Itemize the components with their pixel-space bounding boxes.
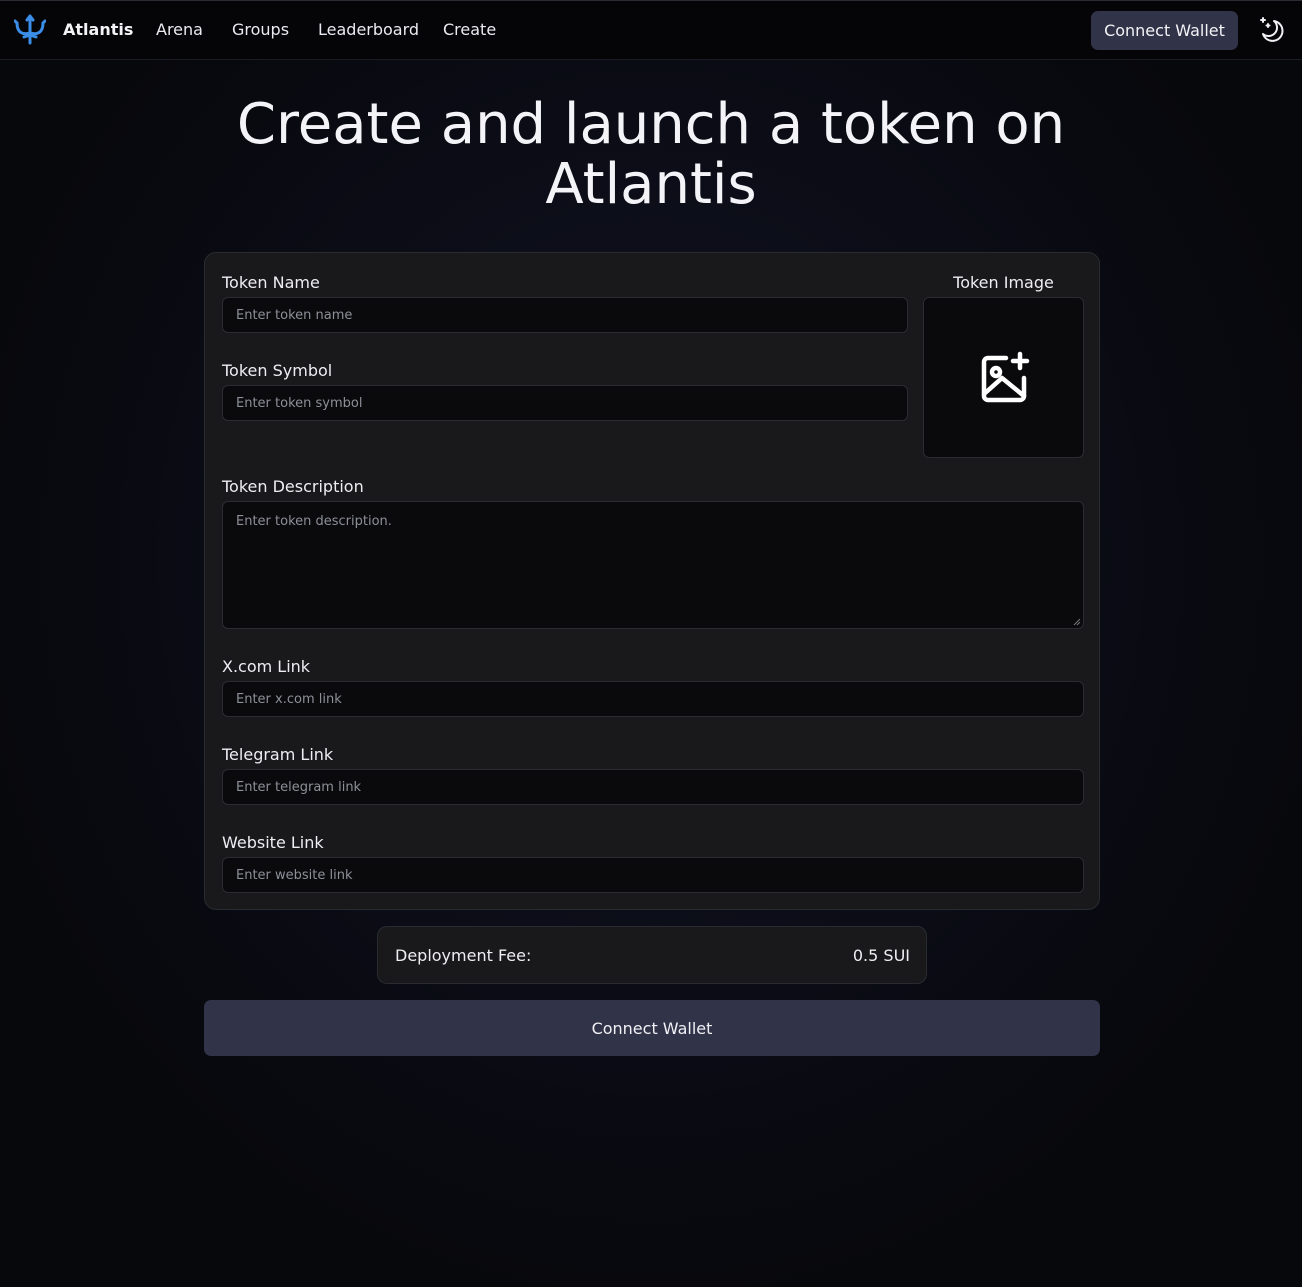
x-link-input[interactable]: Enter x.com link <box>222 681 1084 717</box>
nav-link-leaderboard[interactable]: Leaderboard <box>318 20 419 39</box>
top-navbar: Atlantis Arena Groups Leaderboard Create… <box>0 1 1302 60</box>
token-name-input[interactable]: Enter token name <box>222 297 908 333</box>
website-link-input[interactable]: Enter website link <box>222 857 1084 893</box>
token-image-upload[interactable] <box>923 297 1084 458</box>
deployment-fee-label: Deployment Fee: <box>395 946 532 965</box>
deployment-fee-box: Deployment Fee: 0.5 SUI <box>377 926 927 984</box>
token-symbol-label: Token Symbol <box>222 361 333 380</box>
token-name-label: Token Name <box>222 273 320 292</box>
connect-wallet-submit-button[interactable]: Connect Wallet <box>204 1000 1100 1056</box>
website-link-label: Website Link <box>222 833 324 852</box>
token-image-label: Token Image <box>953 273 1054 292</box>
deployment-fee-value: 0.5 SUI <box>852 946 910 965</box>
token-description-textarea[interactable]: Enter token description. <box>222 501 1084 629</box>
token-symbol-input[interactable]: Enter token symbol <box>222 385 908 421</box>
brand-name[interactable]: Atlantis <box>63 20 133 39</box>
trident-icon[interactable] <box>14 13 46 45</box>
token-description-label: Token Description <box>222 477 364 496</box>
x-link-label: X.com Link <box>222 657 311 676</box>
nav-link-groups[interactable]: Groups <box>232 20 289 39</box>
connect-wallet-button[interactable]: Connect Wallet <box>1091 11 1238 50</box>
page-title: Create and launch a token on Atlantis <box>236 92 1066 217</box>
telegram-link-input[interactable]: Enter telegram link <box>222 769 1084 805</box>
resize-grip-icon[interactable] <box>1073 618 1081 626</box>
nav-link-create[interactable]: Create <box>443 20 496 39</box>
nav-link-arena[interactable]: Arena <box>156 20 203 39</box>
telegram-link-label: Telegram Link <box>222 745 334 764</box>
create-token-form: Token Name Enter token name Token Symbol… <box>204 252 1100 910</box>
moon-stars-icon[interactable] <box>1257 15 1285 43</box>
image-plus-icon <box>981 351 1029 402</box>
